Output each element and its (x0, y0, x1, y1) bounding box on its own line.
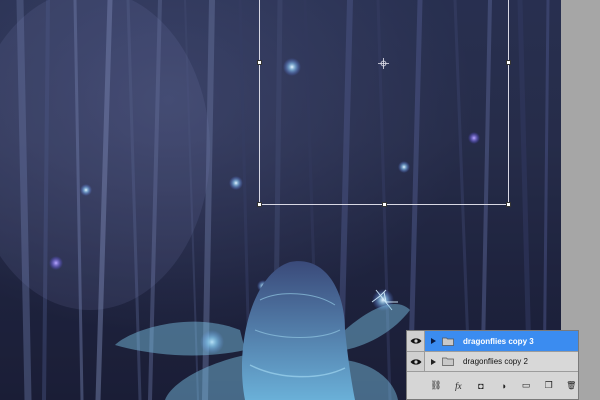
transform-handle-bottom[interactable] (382, 202, 387, 207)
free-transform-box[interactable] (257, 0, 511, 207)
layer-row-dragonflies-copy-3[interactable]: dragonflies copy 3 (407, 331, 578, 351)
expand-triangle-icon[interactable] (431, 338, 436, 344)
new-layer-icon[interactable]: ❐ (542, 380, 556, 392)
transform-handle-bottom-right[interactable] (506, 202, 511, 207)
adjustment-layer-icon[interactable]: ◑ (497, 380, 511, 392)
layers-panel: dragonflies copy 3 dragonflies copy 2 ⛓ … (406, 330, 579, 400)
transform-handle-right[interactable] (506, 60, 511, 65)
eye-icon[interactable] (407, 331, 425, 351)
link-layers-icon[interactable]: ⛓ (429, 380, 443, 392)
layer-name: dragonflies copy 3 (463, 336, 534, 346)
folder-icon (442, 337, 454, 346)
trash-icon[interactable]: 🗑 (564, 380, 578, 392)
layers-panel-footer: ⛓ fx ◘ ◑ ▭ ❐ 🗑 (407, 371, 578, 399)
eye-icon[interactable] (407, 351, 425, 372)
transform-center-point-icon[interactable] (378, 58, 389, 69)
layer-name: dragonflies copy 2 (463, 357, 528, 366)
expand-triangle-icon[interactable] (431, 358, 436, 365)
fx-icon[interactable]: fx (452, 380, 466, 392)
new-group-icon[interactable]: ▭ (519, 380, 533, 392)
transform-handle-bottom-left[interactable] (257, 202, 262, 207)
transform-handle-left[interactable] (257, 60, 262, 65)
folder-icon (442, 357, 454, 366)
layer-row-dragonflies-copy-2[interactable]: dragonflies copy 2 (407, 351, 578, 372)
layer-mask-icon[interactable]: ◘ (474, 380, 488, 392)
